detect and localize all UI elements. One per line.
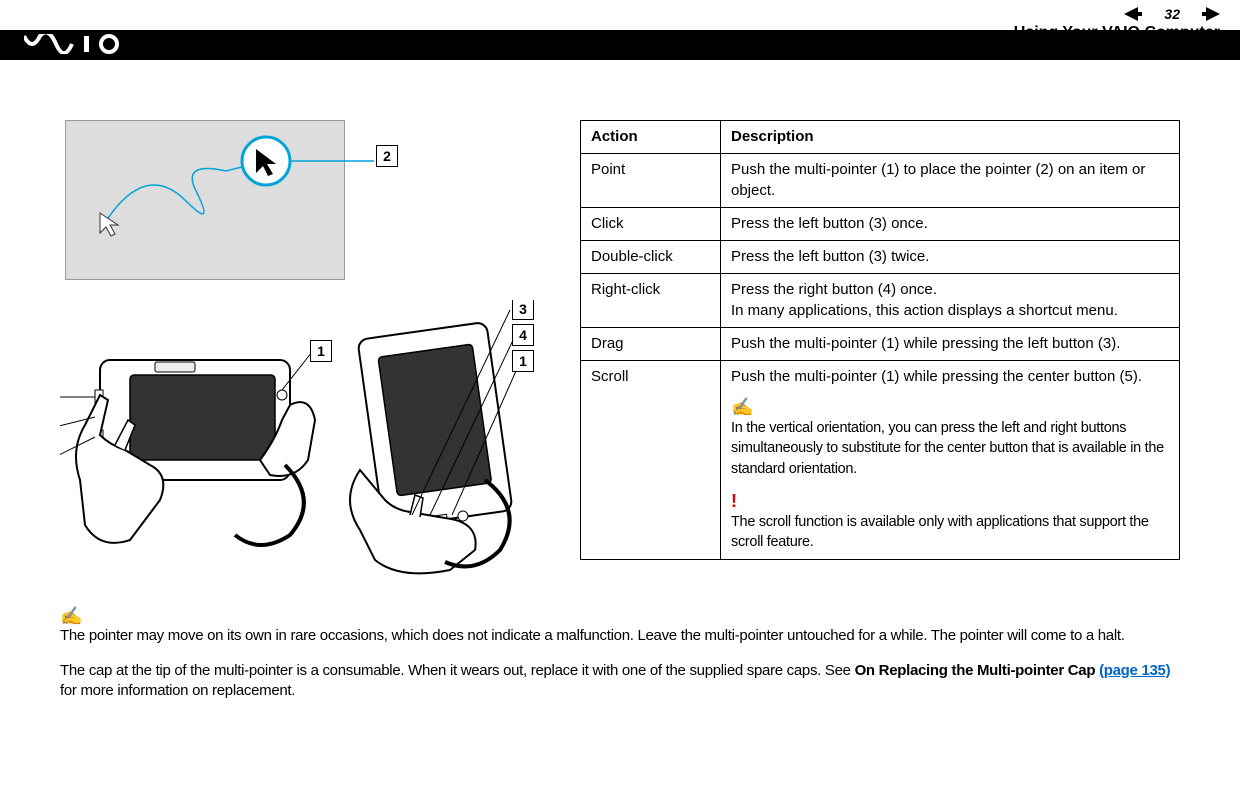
nav-next-icon[interactable]	[1188, 7, 1220, 21]
table-row: Right-click Press the right button (4) o…	[581, 274, 1180, 328]
actions-table: Action Description Point Push the multi-…	[580, 120, 1180, 560]
callout-right-3: 3	[512, 300, 534, 320]
device-hands-diagram: 1 3 4 5	[60, 300, 540, 580]
pointer-screen-diagram: 2	[65, 120, 345, 280]
nav-prev-icon[interactable]	[1124, 7, 1156, 21]
table-row: Click Press the left button (3) once.	[581, 207, 1180, 240]
table-row: Drag Push the multi-pointer (1) while pr…	[581, 327, 1180, 360]
callout-2: 2	[376, 145, 398, 167]
note-icon: ✍	[731, 395, 1169, 419]
page-number: 32	[1164, 6, 1180, 22]
col-description: Description	[721, 121, 1180, 154]
callout-left-1: 1	[310, 340, 332, 362]
table-row: Double-click Press the left button (3) t…	[581, 241, 1180, 274]
col-action: Action	[581, 121, 721, 154]
callout-right-1: 1	[512, 350, 534, 372]
table-row: Scroll Push the multi-pointer (1) while …	[581, 361, 1180, 560]
table-row: Point Push the multi-pointer (1) to plac…	[581, 154, 1180, 208]
footer-notes: ✍ The pointer may move on its own in rar…	[0, 580, 1240, 701]
warning-icon: !	[731, 489, 1169, 513]
note-icon: ✍	[60, 604, 1180, 628]
callout-right-4: 4	[512, 324, 534, 346]
vaio-logo	[24, 34, 144, 54]
page-link-135[interactable]: (page 135)	[1099, 662, 1170, 679]
